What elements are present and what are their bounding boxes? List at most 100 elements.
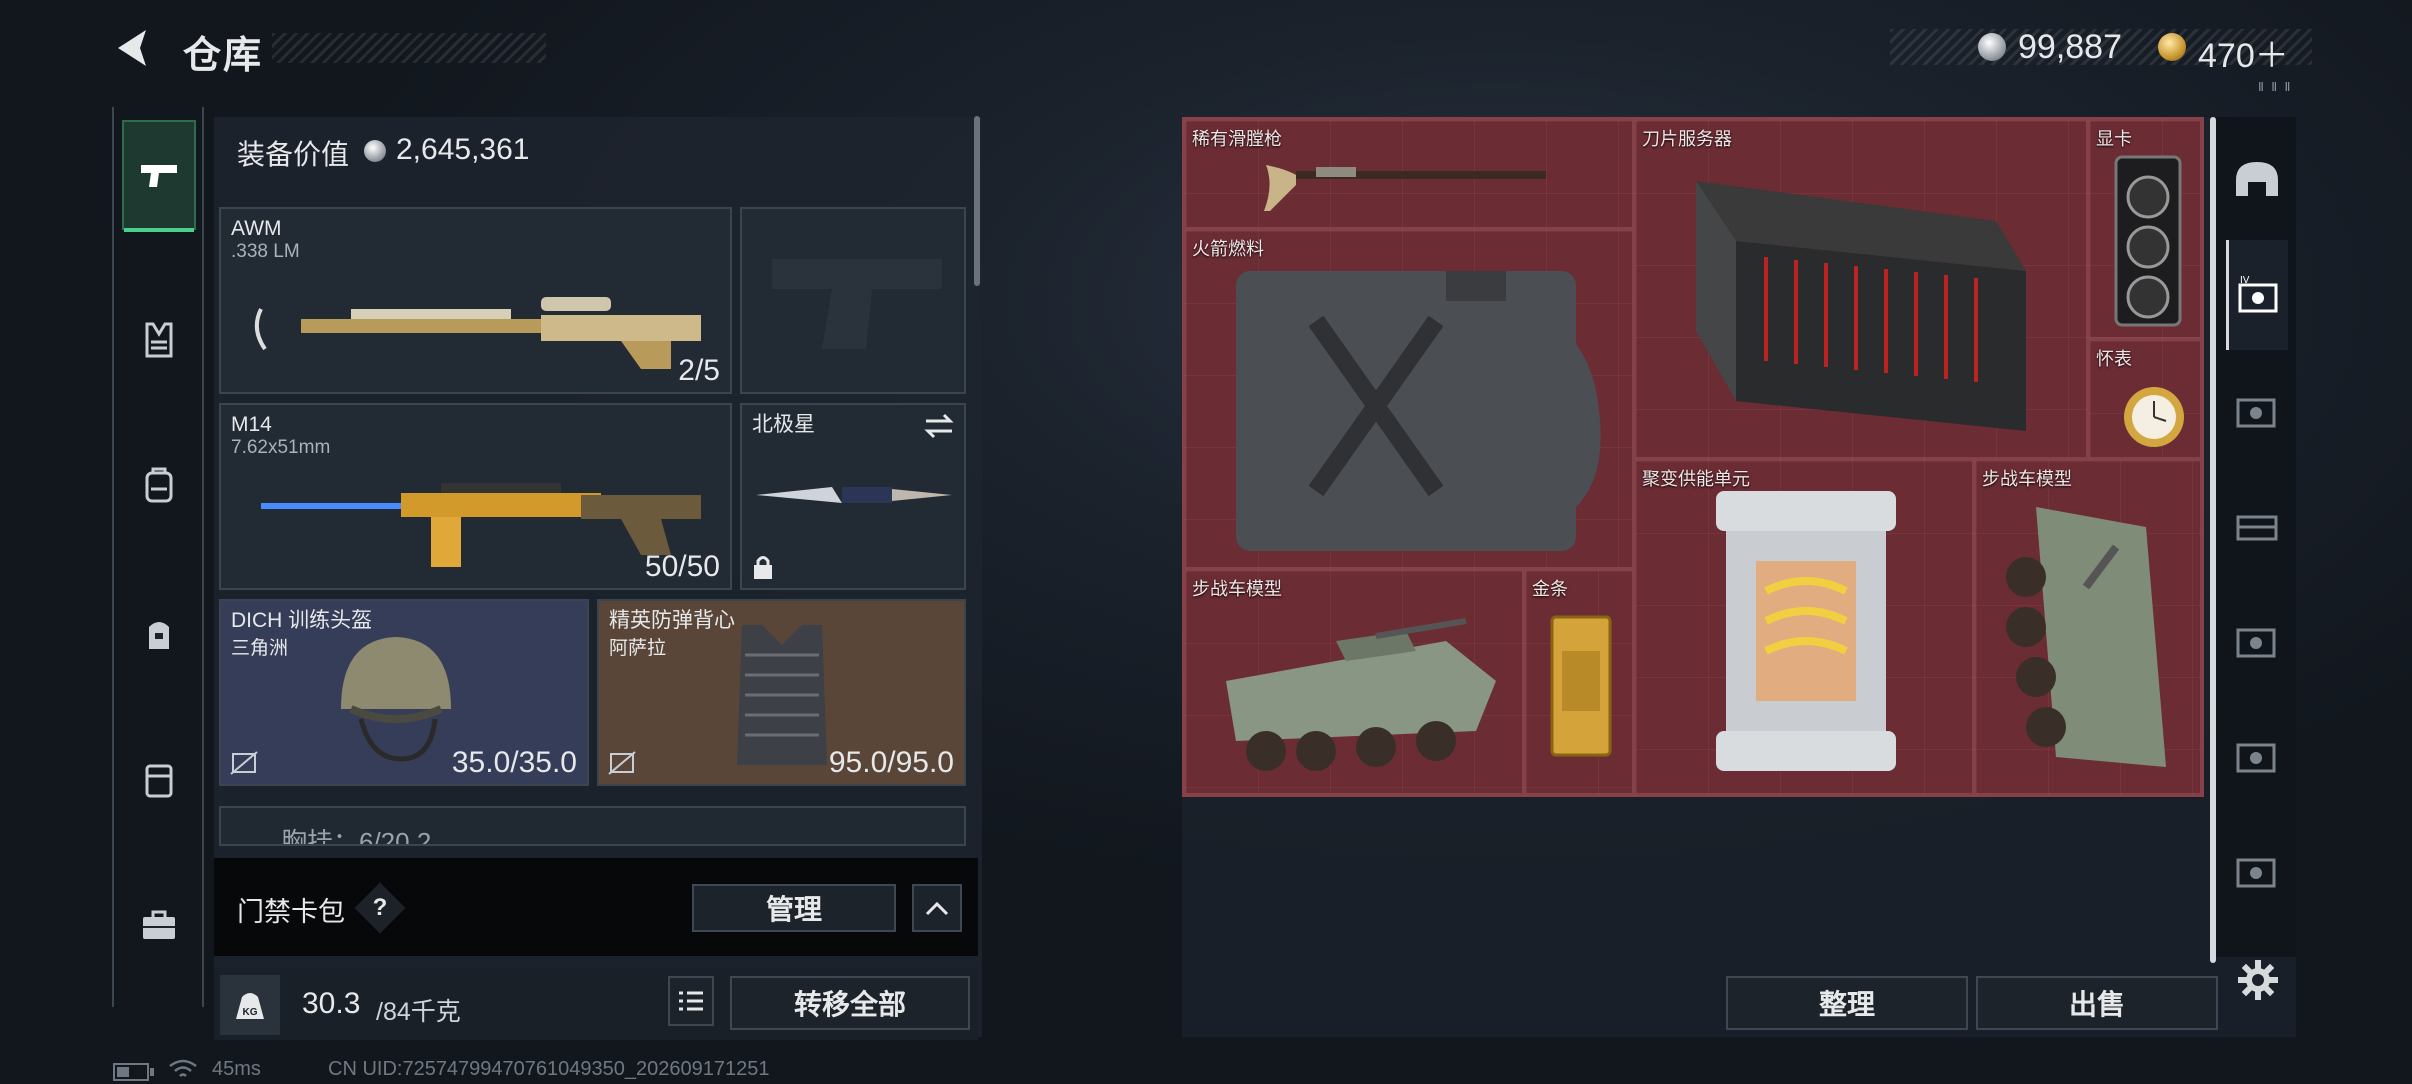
stash-item-pocket-watch[interactable]: 怀表 (2088, 339, 2202, 459)
no-repair-icon (230, 751, 258, 775)
helmet-faction: 三角洲 (231, 638, 289, 659)
melee-name: 北极星 (752, 413, 815, 436)
silver-coin-icon (364, 140, 386, 162)
weight-max: /84千克 (376, 998, 461, 1026)
tab-case-3[interactable] (2226, 470, 2288, 580)
rail-tab-briefcase[interactable] (122, 870, 196, 980)
pocket-watch-image (2124, 387, 2184, 447)
list-icon (679, 991, 703, 1011)
stash-item-ifv-vertical[interactable]: 步战车模型 (1974, 459, 2202, 795)
item-label: 怀表 (2096, 349, 2132, 369)
rail-tab-case[interactable] (122, 725, 196, 835)
awm-rifle-image (254, 297, 701, 369)
musket-image (1264, 165, 1546, 211)
version-mark: Ⅱ Ⅱ Ⅱ (2258, 80, 2293, 94)
secondary-weapon-slot[interactable]: M14 7.62x51mm 50/50 (219, 403, 732, 590)
title-decoration (272, 33, 546, 63)
case-tier-4-icon: IV (2238, 275, 2277, 313)
armor-slot[interactable]: 精英防弹背心 阿萨拉 95.0/95.0 (597, 599, 966, 786)
case-tier-3-icon (2236, 515, 2278, 541)
list-view-button[interactable] (668, 976, 714, 1026)
armor-durability: 95.0/95.0 (828, 746, 954, 779)
rail-tab-pouch[interactable] (122, 580, 196, 690)
stash-item-ifv-horizontal[interactable]: 步战车模型 (1184, 569, 1524, 795)
case-tier-3-icon (2236, 858, 2276, 888)
item-label: 金条 (1532, 579, 1568, 599)
item-label: 步战车模型 (1192, 579, 1282, 599)
helmet-slot[interactable]: DICH 训练头盔 三角洲 35.0/35.0 (219, 599, 589, 786)
no-repair-icon (608, 751, 636, 775)
settings-gear-icon[interactable] (2236, 958, 2280, 1002)
item-label: 显卡 (2096, 129, 2132, 149)
silver-coin-icon (1978, 33, 2006, 61)
item-label: 刀片服务器 (1642, 129, 1732, 149)
ifv-model-image (1226, 618, 1496, 771)
uid-text: CN UID:72574799470761049350_202609171251 (328, 1058, 770, 1080)
sort-button[interactable]: 整理 (1726, 976, 1968, 1030)
swap-icon[interactable] (924, 413, 954, 439)
stash-item-gpu[interactable]: 显卡 (2088, 119, 2202, 339)
weapon-caliber: .338 LM (231, 241, 300, 262)
melee-slot[interactable]: 北极星 (740, 403, 966, 590)
vest-image (737, 625, 827, 765)
tab-case-active[interactable]: IV (2226, 240, 2288, 350)
stash-scrollbar[interactable] (2210, 117, 2216, 963)
tab-case-6[interactable] (2226, 815, 2288, 925)
case-tier-5-icon (2236, 628, 2276, 658)
equipment-value: 2,645,361 (396, 133, 530, 166)
gpu-image (2114, 155, 2182, 327)
pouch-icon (149, 622, 169, 649)
pistol-slot-empty[interactable] (740, 207, 966, 394)
stash-item-rocket-fuel[interactable]: 火箭燃料 (1184, 229, 1634, 569)
helmet-image (341, 637, 451, 762)
armor-name: 精英防弹背心 (609, 609, 735, 632)
tab-helmet-container[interactable] (2226, 125, 2288, 235)
chest-rig-capacity: 胸挂：6/20 2 (281, 827, 432, 846)
lock-icon (754, 556, 772, 579)
svg-text:IV: IV (2240, 275, 2250, 286)
m14-rifle-image (261, 483, 701, 567)
stash-item-fusion-unit[interactable]: 聚变供能单元 (1634, 459, 1974, 795)
case-tier-4-icon (2236, 743, 2276, 773)
kettlebell-icon: KG (236, 993, 264, 1019)
armor-faction: 阿萨拉 (609, 638, 667, 659)
gold-bar-image (1550, 615, 1612, 757)
stash-item-gold-bar[interactable]: 金条 (1524, 569, 1634, 795)
keycard-label: 门禁卡包 (237, 897, 345, 927)
stash-item-musket[interactable]: 稀有滑膛枪 (1184, 119, 1634, 229)
equipment-value-label: 装备价值 (237, 139, 350, 170)
rail-tab-backpack[interactable] (122, 430, 196, 540)
helmet-tab-icon (2236, 162, 2278, 196)
backpack-icon (145, 467, 173, 503)
rail-tab-chest-rig[interactable] (122, 285, 196, 395)
primary-weapon-slot[interactable]: AWM .338 LM 2/5 (219, 207, 732, 394)
equipment-scrollbar[interactable] (974, 116, 980, 286)
fusion-unit-image (1716, 491, 1896, 771)
silver-currency-value[interactable]: 99,887 (2018, 28, 2122, 67)
briefcase-icon (143, 910, 175, 939)
back-arrow-icon[interactable] (112, 26, 156, 70)
chest-rig-slot[interactable]: 胸挂：6/20 2 (219, 806, 966, 846)
chevron-up-icon (925, 901, 949, 916)
blade-server-image (1696, 181, 2026, 431)
tab-case-4[interactable] (2226, 585, 2288, 695)
tab-case-2[interactable] (2226, 355, 2288, 465)
jerrycan-image (1236, 271, 1601, 551)
ifv-model-image (2006, 507, 2166, 767)
wifi-icon (169, 1059, 197, 1077)
helmet-durability: 35.0/35.0 (451, 746, 577, 779)
manage-button[interactable]: 管理 (692, 884, 896, 932)
sell-button[interactable]: 出售 (1976, 976, 2218, 1030)
knife-image (756, 487, 952, 503)
tab-case-5[interactable] (2226, 700, 2288, 810)
stash-item-blade-server[interactable]: 刀片服务器 (1634, 119, 2088, 459)
rail-tab-weapons[interactable] (122, 120, 196, 232)
weapon-name: AWM (231, 217, 282, 240)
help-icon[interactable]: ? (362, 890, 398, 926)
ammo-count: 2/5 (678, 354, 720, 387)
collapse-button[interactable] (912, 884, 962, 932)
transfer-all-button[interactable]: 转移全部 (730, 976, 970, 1030)
page-title: 仓库 (183, 35, 264, 77)
kg-badge-text: KG (243, 1007, 258, 1018)
gold-currency-value[interactable]: 470＋ (2198, 28, 2289, 77)
